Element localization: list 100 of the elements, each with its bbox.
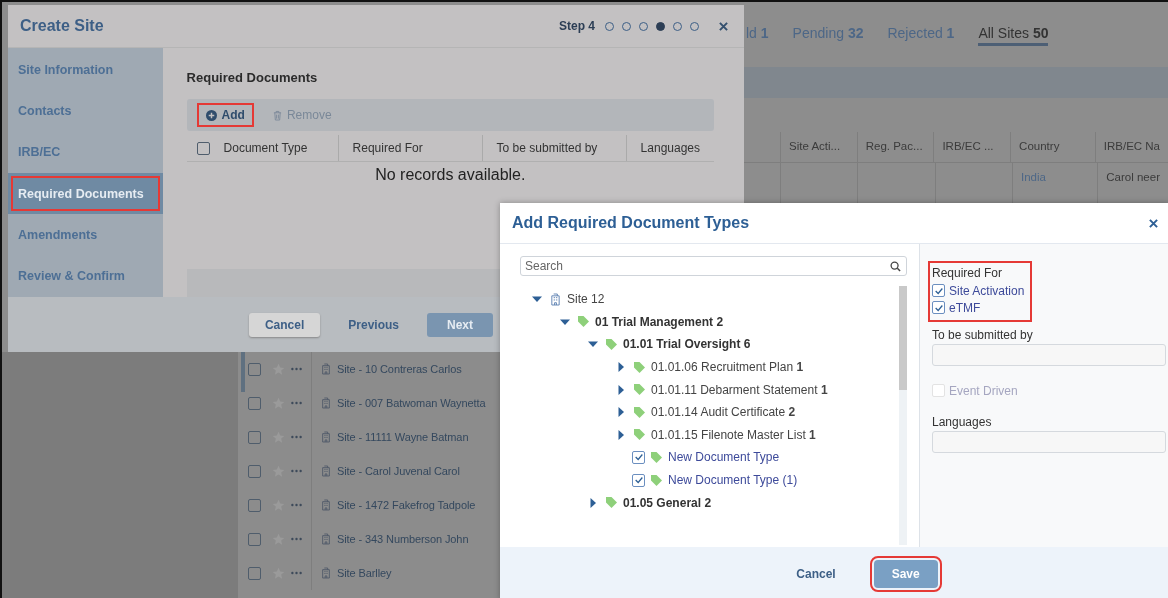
tag-icon xyxy=(578,316,589,328)
nav-item[interactable]: IRB/EC xyxy=(8,131,163,173)
building-icon xyxy=(321,567,331,579)
building-icon xyxy=(321,499,331,511)
checkbox[interactable] xyxy=(248,498,261,512)
tree-item[interactable]: 01.01.15 Filenote Master List 1 xyxy=(651,427,816,442)
close-icon[interactable] xyxy=(719,21,728,31)
plus-circle-icon xyxy=(205,109,217,121)
building-icon xyxy=(321,431,331,443)
site-name[interactable]: Site - 007 Batwoman Waynetta xyxy=(337,397,486,409)
more-icon[interactable] xyxy=(291,503,302,507)
tag-icon xyxy=(606,339,617,350)
caret-right-icon[interactable] xyxy=(616,429,626,440)
tree-item[interactable]: 01 Trial Management 2 xyxy=(595,314,724,329)
checkbox[interactable] xyxy=(248,430,261,444)
status-tab[interactable]: Rejected 1 xyxy=(887,23,955,46)
tree-item[interactable]: Site 12 xyxy=(567,292,605,307)
search-field[interactable]: Search xyxy=(520,256,907,276)
status-tab[interactable]: ld 1 xyxy=(746,23,769,46)
checkbox[interactable] xyxy=(932,284,945,297)
checkbox-label[interactable]: Site Activation xyxy=(949,283,1025,298)
next-button[interactable]: Next xyxy=(427,312,494,337)
nav-item[interactable]: Amendments xyxy=(8,214,163,256)
building-icon xyxy=(321,363,331,375)
building-icon xyxy=(321,533,331,545)
status-tab[interactable]: Pending 32 xyxy=(792,23,864,46)
site-name[interactable]: Site - Carol Juvenal Carol xyxy=(337,465,460,477)
column-header[interactable]: Required For xyxy=(338,135,483,161)
more-icon[interactable] xyxy=(291,367,302,371)
trash-icon xyxy=(272,109,282,121)
tree-item[interactable]: 01.01 Trial Oversight 6 xyxy=(623,337,751,352)
field-label: Languages xyxy=(932,415,993,429)
site-name[interactable]: Site - 11111 Wayne Batman xyxy=(337,431,469,443)
column-header[interactable]: Country xyxy=(1010,132,1095,162)
dialog-title: Add Required Document Types xyxy=(512,214,751,232)
building-icon xyxy=(550,292,561,306)
checkbox[interactable] xyxy=(932,301,945,314)
nav-item[interactable]: Required Documents xyxy=(8,173,163,215)
tag-icon xyxy=(634,406,645,418)
caret-right-icon[interactable] xyxy=(616,362,626,373)
more-icon[interactable] xyxy=(291,537,302,541)
field-label: To be submitted by xyxy=(932,328,1034,342)
tree-item[interactable]: 01.01.11 Debarment Statement 1 xyxy=(651,382,828,397)
field-label: Required For xyxy=(932,266,1004,280)
tag-icon xyxy=(651,451,662,463)
tree-item[interactable]: New Document Type (1) xyxy=(668,473,798,488)
building-icon xyxy=(321,465,331,477)
column-header[interactable]: Languages xyxy=(626,135,714,161)
tree-item[interactable]: 01.05 General 2 xyxy=(623,495,712,510)
scrollbar[interactable] xyxy=(241,352,245,392)
column-header[interactable]: Site Acti... xyxy=(780,132,857,162)
scrollbar[interactable] xyxy=(899,286,907,545)
cancel-button[interactable]: Cancel xyxy=(248,312,321,337)
add-button[interactable]: Add xyxy=(196,103,254,127)
tag-icon xyxy=(634,361,645,373)
building-icon xyxy=(321,397,331,409)
nav-item[interactable]: Review & Confirm xyxy=(8,255,163,297)
select-all-checkbox[interactable] xyxy=(196,141,210,155)
tree-item[interactable]: 01.01.06 Recruitment Plan 1 xyxy=(651,360,804,375)
input-field[interactable] xyxy=(932,344,1166,366)
input-field[interactable] xyxy=(932,431,1166,453)
site-name[interactable]: Site - 10 Contreras Carlos xyxy=(337,363,462,375)
search-icon xyxy=(890,261,901,272)
caret-right-icon[interactable] xyxy=(616,407,626,418)
table-cell-text: India xyxy=(1020,171,1046,183)
nav-item[interactable]: Contacts xyxy=(8,90,163,132)
checkbox[interactable] xyxy=(632,473,645,487)
checkbox[interactable] xyxy=(248,396,261,410)
column-header[interactable]: Reg. Pac... xyxy=(856,132,934,162)
checkbox-label[interactable]: eTMF xyxy=(949,300,981,315)
more-icon[interactable] xyxy=(291,571,302,575)
previous-button[interactable]: Previous xyxy=(332,312,415,337)
tag-icon xyxy=(606,497,617,509)
checkbox[interactable] xyxy=(248,566,261,580)
column-header[interactable]: IRB/EC ... xyxy=(933,132,1011,162)
tree-item[interactable]: 01.01.14 Audit Certificate 2 xyxy=(651,405,796,420)
checkbox[interactable] xyxy=(248,464,261,478)
site-name[interactable]: Site - 1472 Fakefrog Tadpole xyxy=(337,499,476,511)
site-name[interactable]: Site Barlley xyxy=(337,567,392,579)
tree-item[interactable]: New Document Type xyxy=(668,450,780,465)
nav-item[interactable]: Site Information xyxy=(8,49,163,91)
site-name[interactable]: Site - 343 Numberson John xyxy=(337,533,469,545)
status-tab[interactable]: All Sites 50 xyxy=(978,23,1049,46)
column-header[interactable]: Document Type xyxy=(209,135,339,161)
more-icon[interactable] xyxy=(291,401,302,405)
close-icon[interactable] xyxy=(1149,218,1158,228)
more-icon[interactable] xyxy=(291,469,302,473)
table-cell-text: Carol neer xyxy=(1106,171,1160,183)
checkbox[interactable] xyxy=(248,532,261,546)
dialog-title: Create Site xyxy=(20,17,105,35)
step-label: Step 4 xyxy=(559,19,595,33)
checkbox[interactable] xyxy=(248,362,261,376)
column-header[interactable]: To be submitted by xyxy=(482,135,627,161)
column-header[interactable]: IRB/EC Na xyxy=(1094,132,1168,162)
caret-right-icon[interactable] xyxy=(616,384,626,395)
cancel-button[interactable]: Cancel xyxy=(780,561,852,586)
checkbox[interactable] xyxy=(632,450,645,464)
caret-right-icon[interactable] xyxy=(588,497,598,508)
tag-icon xyxy=(634,384,645,396)
more-icon[interactable] xyxy=(291,435,302,439)
